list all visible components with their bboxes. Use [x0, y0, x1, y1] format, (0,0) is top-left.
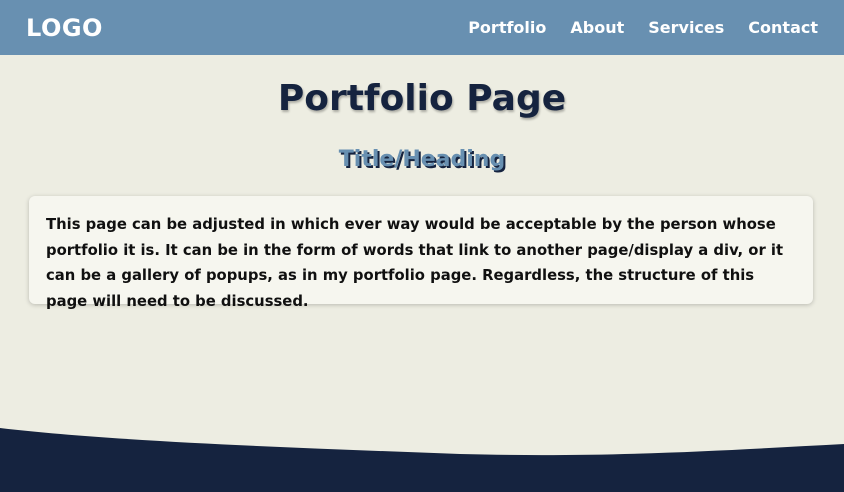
content-paragraph: This page can be adjusted in which ever … [46, 216, 784, 310]
nav-links: Portfolio About Services Contact [468, 18, 818, 37]
section-heading: Title/Heading [338, 147, 506, 172]
footer-wave-shape [0, 428, 844, 492]
footer-wave [0, 428, 844, 492]
nav-link-contact[interactable]: Contact [748, 18, 818, 37]
logo[interactable]: LOGO [26, 14, 103, 42]
navbar: LOGO Portfolio About Services Contact [0, 0, 844, 55]
nav-link-portfolio[interactable]: Portfolio [468, 18, 546, 37]
nav-link-services[interactable]: Services [648, 18, 724, 37]
page-title: Portfolio Page [277, 78, 567, 119]
content-card: This page can be adjusted in which ever … [29, 196, 813, 310]
nav-link-about[interactable]: About [570, 18, 624, 37]
